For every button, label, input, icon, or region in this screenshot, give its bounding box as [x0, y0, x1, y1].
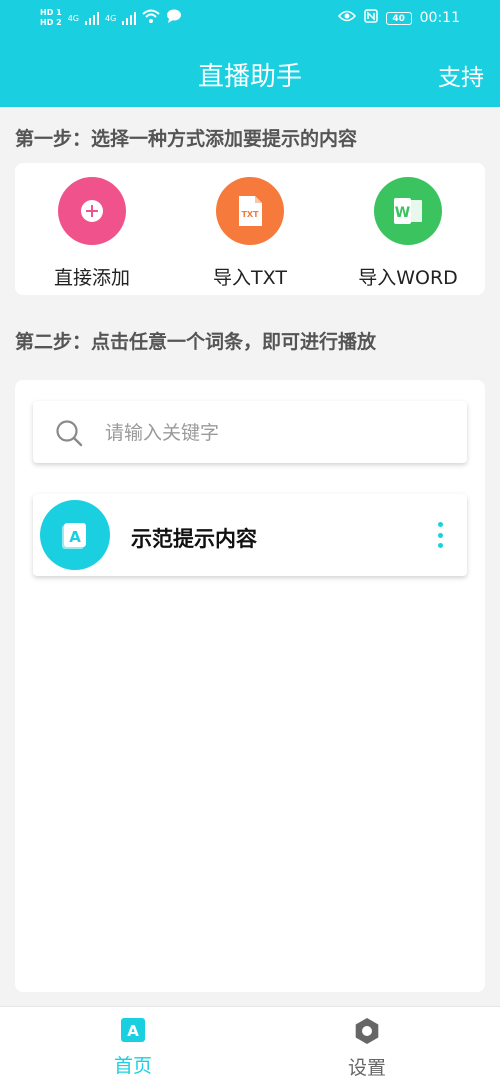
network-type-2: 4G	[104, 13, 117, 23]
status-bar: HD 1 HD 2 4G 4G 40 00:11	[0, 0, 500, 40]
home-a-icon: A	[121, 1018, 145, 1042]
eye-icon	[337, 10, 356, 26]
nav-home-label: 首页	[113, 1055, 152, 1077]
step1-label: 第一步：选择一种方式添加要提示的内容	[15, 128, 358, 150]
bottom-nav: A 首页 设置	[0, 1006, 500, 1083]
app-screen: HD 1 HD 2 4G 4G 40 00:11 直播助手 支持 第一步：选择一…	[0, 0, 500, 1083]
search-icon	[55, 419, 83, 451]
import-txt-label: 导入TXT	[213, 267, 287, 289]
support-button[interactable]: 支持	[438, 58, 484, 92]
status-left: HD 1 HD 2 4G 4G	[40, 8, 182, 28]
settings-hex-icon	[355, 1018, 379, 1044]
hd-icon: HD 1 HD 2	[40, 8, 62, 27]
step2-label: 第二步：点击任意一个词条，即可进行播放	[15, 331, 377, 353]
entry-title: 示范提示内容	[131, 527, 257, 551]
battery-icon: 40	[385, 11, 412, 25]
search-input[interactable]	[103, 417, 447, 449]
entry-avatar: A	[40, 500, 110, 570]
txt-icon-text: TXT	[241, 210, 259, 219]
home-icon-letter: A	[127, 1022, 139, 1040]
chat-icon	[166, 9, 182, 27]
nav-settings-label: 设置	[347, 1057, 386, 1079]
page-title: 直播助手	[197, 62, 302, 92]
network-type-1: 4G	[67, 13, 79, 23]
nav-home[interactable]: A 首页	[73, 1017, 193, 1078]
wifi-icon	[142, 9, 160, 27]
app-header: 直播助手 支持	[0, 40, 500, 107]
list-item[interactable]: A 示范提示内容	[33, 494, 467, 576]
more-options-icon[interactable]	[435, 522, 445, 548]
txt-file-icon: TXT	[216, 177, 284, 245]
entries-card: A 示范提示内容	[15, 380, 485, 992]
word-icon: W	[374, 177, 442, 245]
plus-icon	[58, 177, 126, 245]
direct-add-label: 直接添加	[53, 267, 130, 289]
signal-icon-2	[122, 11, 137, 25]
nav-settings[interactable]: 设置	[307, 1017, 427, 1080]
avatar-letter: A	[69, 528, 81, 546]
import-txt-button[interactable]: TXT 导入TXT	[175, 177, 325, 290]
add-methods-card: 直接添加 TXT 导入TXT W 导入WORD	[15, 163, 485, 295]
letter-a-icon: A	[62, 523, 86, 549]
word-icon-text: W	[395, 205, 410, 221]
import-word-button[interactable]: W 导入WORD	[333, 177, 483, 290]
status-right: 40 00:11	[337, 9, 460, 27]
search-box	[33, 401, 467, 463]
signal-icon	[84, 11, 99, 25]
nfc-icon	[363, 9, 378, 27]
direct-add-button[interactable]: 直接添加	[17, 177, 167, 290]
import-word-label: 导入WORD	[358, 267, 458, 289]
status-time: 00:11	[419, 10, 460, 26]
